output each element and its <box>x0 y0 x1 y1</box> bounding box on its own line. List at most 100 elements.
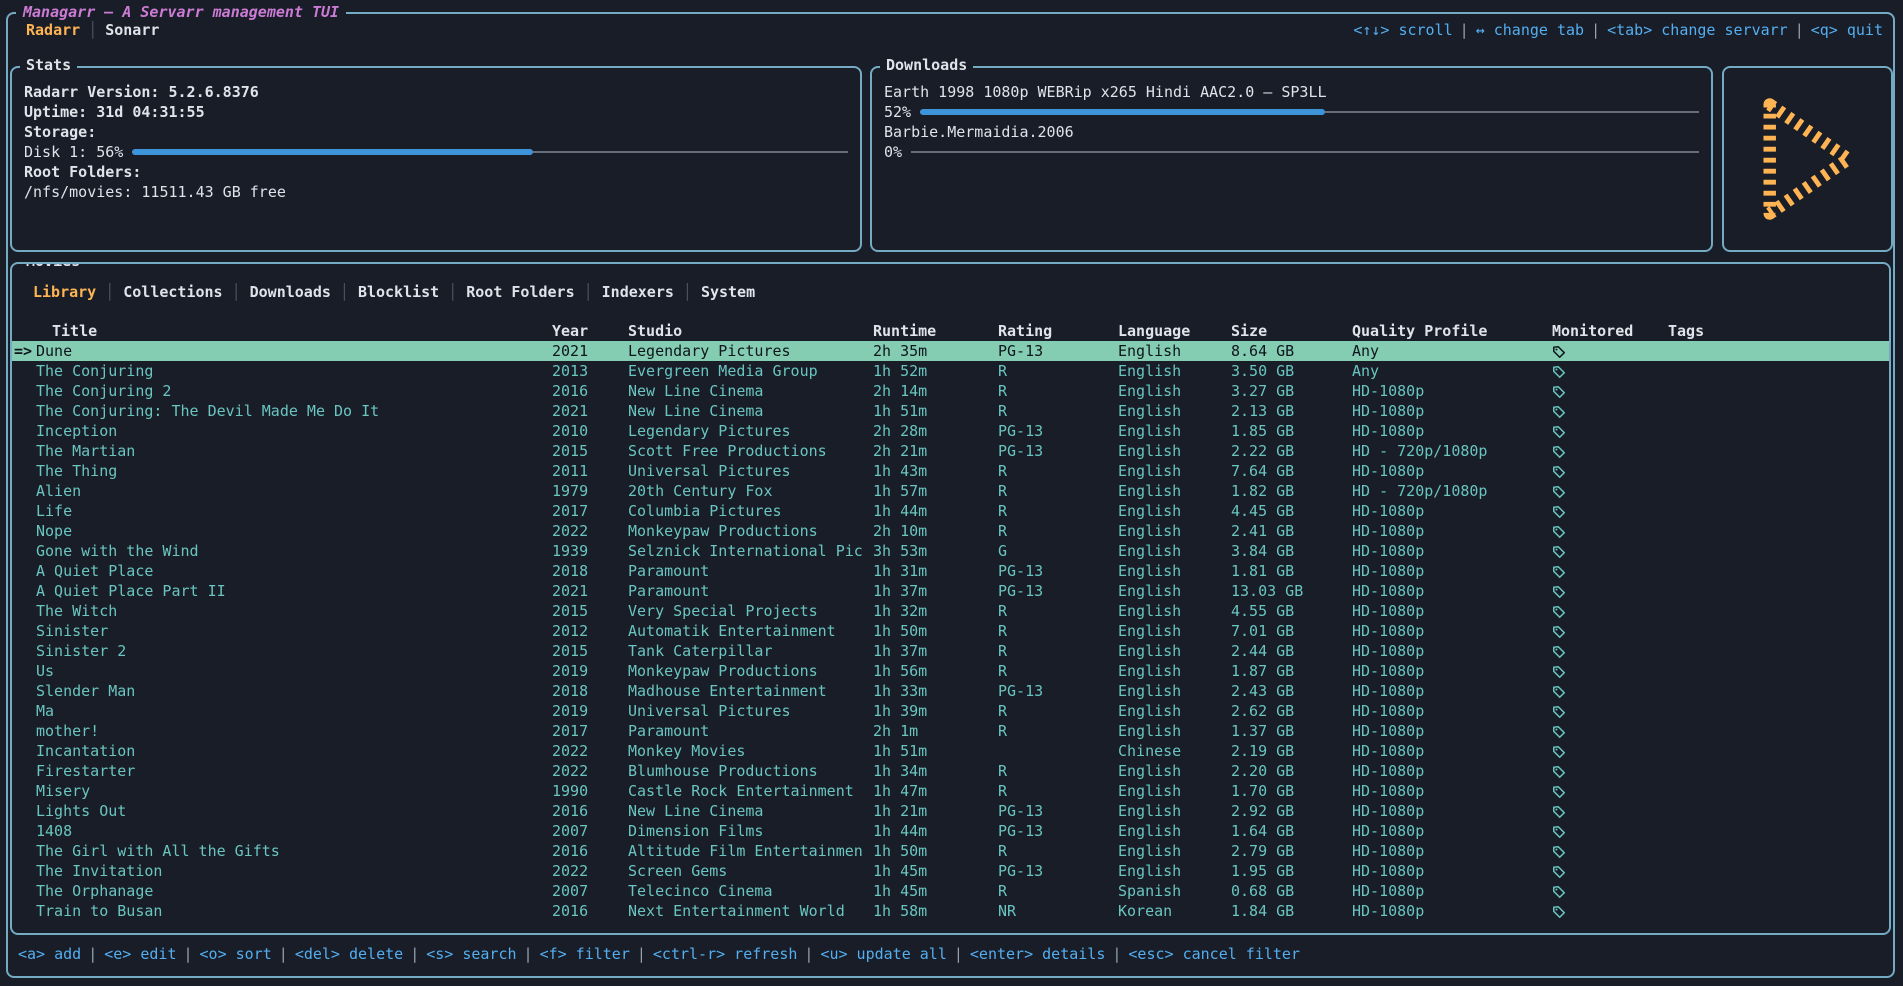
servarr-tab-sonarr[interactable]: Sonarr <box>97 21 167 39</box>
table-row[interactable]: Sinister2012Automatik Entertainment1h 50… <box>12 621 1889 641</box>
tag-icon <box>1552 885 1566 899</box>
table-row[interactable]: The Witch2015Very Special Projects1h 32m… <box>12 601 1889 621</box>
hint-key: <f> <box>540 945 567 963</box>
cell-language: English <box>1118 761 1231 781</box>
hint-label: quit <box>1838 21 1883 39</box>
table-row[interactable]: The Conjuring 22016New Line Cinema2h 14m… <box>12 381 1889 401</box>
cell-quality: HD-1080p <box>1352 641 1548 661</box>
table-row[interactable]: Train to Busan2016Next Entertainment Wor… <box>12 901 1889 921</box>
table-row[interactable]: The Conjuring2013Evergreen Media Group1h… <box>12 361 1889 381</box>
cell-runtime: 1h 52m <box>873 361 998 381</box>
table-row[interactable]: Ma2019Universal Pictures1h 39mREnglish2.… <box>12 701 1889 721</box>
hint-label: add <box>45 945 81 963</box>
table-row[interactable]: Inception2010Legendary Pictures2h 28mPG-… <box>12 421 1889 441</box>
cell-studio: New Line Cinema <box>628 401 873 421</box>
table-row[interactable]: Life2017Columbia Pictures1h 44mREnglish4… <box>12 501 1889 521</box>
cell-studio: Universal Pictures <box>628 461 873 481</box>
cell-size: 4.45 GB <box>1231 501 1352 521</box>
movies-tab-system[interactable]: System <box>692 283 764 301</box>
cell-year: 1990 <box>552 781 628 801</box>
column-header-rating: Rating <box>998 321 1118 341</box>
table-row[interactable]: Firestarter2022Blumhouse Productions1h 3… <box>12 761 1889 781</box>
cell-size: 1.82 GB <box>1231 481 1352 501</box>
cell-year: 2011 <box>552 461 628 481</box>
cell-language: English <box>1118 641 1231 661</box>
tab-separator: │ <box>232 283 241 301</box>
table-row[interactable]: 14082007Dimension Films1h 44mPG-13Englis… <box>12 821 1889 841</box>
cell-language: English <box>1118 681 1231 701</box>
movies-tab-root-folders[interactable]: Root Folders <box>457 283 583 301</box>
cell-monitored <box>1548 881 1668 901</box>
cell-year: 2022 <box>552 861 628 881</box>
cell-quality: HD-1080p <box>1352 401 1548 421</box>
cell-studio: Paramount <box>628 581 873 601</box>
cell-size: 1.64 GB <box>1231 821 1352 841</box>
cell-rating: R <box>998 701 1118 721</box>
cell-quality: HD-1080p <box>1352 801 1548 821</box>
cell-rating: R <box>998 881 1118 901</box>
cell-studio: Next Entertainment World <box>628 901 873 921</box>
download-item-name: Earth 1998 1080p WEBRip x265 Hindi AAC2.… <box>884 82 1699 102</box>
table-row[interactable]: The Orphanage2007Telecinco Cinema1h 45mR… <box>12 881 1889 901</box>
table-row[interactable]: Us2019Monkeypaw Productions1h 56mREnglis… <box>12 661 1889 681</box>
table-row[interactable]: Misery1990Castle Rock Entertainment1h 47… <box>12 781 1889 801</box>
cell-title: Incantation <box>36 741 552 761</box>
selection-marker: => <box>12 341 36 361</box>
table-row[interactable]: Lights Out2016New Line Cinema1h 21mPG-13… <box>12 801 1889 821</box>
movies-tab-library[interactable]: Library <box>24 283 105 301</box>
movies-panel: Movies Library│Collections│Downloads│Blo… <box>10 262 1891 935</box>
movies-tab-downloads[interactable]: Downloads <box>241 283 340 301</box>
cell-runtime: 1h 51m <box>873 741 998 761</box>
table-row[interactable]: The Girl with All the Gifts2016Altitude … <box>12 841 1889 861</box>
cell-size: 0.68 GB <box>1231 881 1352 901</box>
tag-icon <box>1552 805 1566 819</box>
cell-size: 1.95 GB <box>1231 861 1352 881</box>
table-row[interactable]: The Thing2011Universal Pictures1h 43mREn… <box>12 461 1889 481</box>
cell-quality: HD-1080p <box>1352 881 1548 901</box>
table-row[interactable]: The Invitation2022Screen Gems1h 45mPG-13… <box>12 861 1889 881</box>
cell-title: Gone with the Wind <box>36 541 552 561</box>
tag-icon <box>1552 645 1566 659</box>
table-row[interactable]: Incantation2022Monkey Movies1h 51mChines… <box>12 741 1889 761</box>
table-row[interactable]: The Martian2015Scott Free Productions2h … <box>12 441 1889 461</box>
cell-year: 2016 <box>552 901 628 921</box>
tag-icon <box>1552 465 1566 479</box>
cell-size: 2.79 GB <box>1231 841 1352 861</box>
cell-language: English <box>1118 621 1231 641</box>
cell-monitored <box>1548 361 1668 381</box>
hint-label: change tab <box>1485 21 1584 39</box>
movies-tab-blocklist[interactable]: Blocklist <box>349 283 448 301</box>
cell-studio: Madhouse Entertainment <box>628 681 873 701</box>
cell-size: 2.43 GB <box>1231 681 1352 701</box>
uptime-line: Uptime: 31d 04:31:55 <box>24 102 848 122</box>
table-row[interactable]: Slender Man2018Madhouse Entertainment1h … <box>12 681 1889 701</box>
cell-studio: Monkeypaw Productions <box>628 521 873 541</box>
tag-icon <box>1552 505 1566 519</box>
cell-monitored <box>1548 701 1668 721</box>
cell-year: 2012 <box>552 621 628 641</box>
cell-language: English <box>1118 821 1231 841</box>
table-row[interactable]: mother!2017Paramount2h 1mREnglish1.37 GB… <box>12 721 1889 741</box>
uptime-label: Uptime: <box>24 103 87 121</box>
table-row[interactable]: Nope2022Monkeypaw Productions2h 10mREngl… <box>12 521 1889 541</box>
table-row[interactable]: Alien197920th Century Fox1h 57mREnglish1… <box>12 481 1889 501</box>
cell-monitored <box>1548 461 1668 481</box>
cell-runtime: 1h 33m <box>873 681 998 701</box>
table-row[interactable]: Sinister 22015Tank Caterpillar1h 37mREng… <box>12 641 1889 661</box>
table-row[interactable]: A Quiet Place Part II2021Paramount1h 37m… <box>12 581 1889 601</box>
table-row[interactable]: =>Dune2021Legendary Pictures2h 35mPG-13E… <box>12 341 1889 361</box>
servarr-tab-radarr[interactable]: Radarr <box>18 21 88 39</box>
cell-monitored <box>1548 841 1668 861</box>
movies-tab-indexers[interactable]: Indexers <box>593 283 683 301</box>
table-row[interactable]: A Quiet Place2018Paramount1h 31mPG-13Eng… <box>12 561 1889 581</box>
hint-key: <e> <box>104 945 131 963</box>
table-row[interactable]: Gone with the Wind1939Selznick Internati… <box>12 541 1889 561</box>
hint-key: <esc> <box>1128 945 1173 963</box>
table-row[interactable]: The Conjuring: The Devil Made Me Do It20… <box>12 401 1889 421</box>
hint-separator: | <box>637 945 646 963</box>
tab-separator: │ <box>448 283 457 301</box>
movies-tab-collections[interactable]: Collections <box>114 283 231 301</box>
cell-monitored <box>1548 661 1668 681</box>
tag-icon <box>1552 705 1566 719</box>
downloads-panel: Downloads Earth 1998 1080p WEBRip x265 H… <box>870 66 1713 252</box>
